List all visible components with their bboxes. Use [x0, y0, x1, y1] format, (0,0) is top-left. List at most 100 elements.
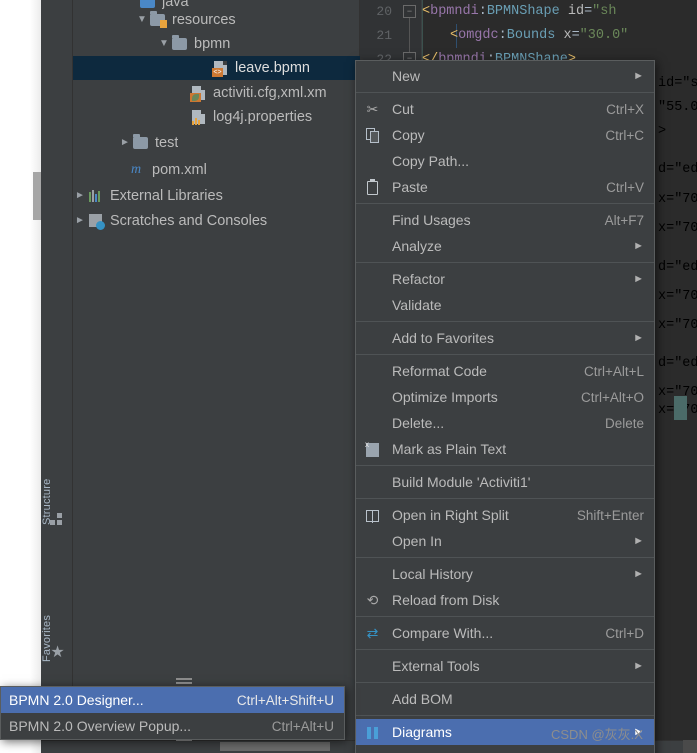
menu-item-local-history[interactable]: Local History ►: [356, 561, 654, 587]
menu-item-label: Local History: [392, 566, 473, 582]
menu-item-label: Build Module 'Activiti1': [392, 474, 531, 490]
diagrams-submenu[interactable]: BPMN 2.0 Designer... Ctrl+Alt+Shift+U BP…: [0, 686, 345, 740]
submenu-item-bpmn-overview-popup[interactable]: BPMN 2.0 Overview Popup... Ctrl+Alt+U: [1, 713, 344, 739]
menu-separator: [356, 649, 654, 650]
menu-item-label: Open in Right Split: [392, 507, 509, 523]
diagrams-icon: [364, 724, 381, 741]
tree-node-label: leave.bpmn: [235, 60, 310, 76]
file-context-menu[interactable]: New ► ✂ Cut Ctrl+X Copy Ctrl+C Copy Path…: [355, 60, 655, 753]
menu-item-label: Add BOM: [392, 691, 453, 707]
tree-node-label: External Libraries: [110, 188, 223, 204]
left-tool-strip: Structure Favorites ★: [41, 0, 73, 753]
libraries-icon: [87, 188, 105, 204]
tree-node-resources[interactable]: ▼ resources: [73, 8, 360, 32]
menu-item-label: Paste: [392, 179, 428, 195]
menu-item-open-in[interactable]: Open In ►: [356, 528, 654, 554]
fold-collapse-icon-start[interactable]: −: [403, 5, 416, 18]
menu-item-label: Delete...: [392, 415, 445, 431]
menu-separator: [356, 262, 654, 263]
code-line: <omgdc:Bounds x="30.0": [450, 28, 629, 43]
menu-item-label: Cut: [392, 101, 414, 117]
tree-node-label: log4j.properties: [213, 109, 313, 125]
tree-node-bpmn[interactable]: ▼ bpmn: [73, 32, 360, 56]
menu-item-analyze[interactable]: Analyze ►: [356, 233, 654, 259]
menu-item-shortcut: Shift+Enter: [576, 507, 644, 523]
submenu-item-bpmn-designer[interactable]: BPMN 2.0 Designer... Ctrl+Alt+Shift+U: [1, 687, 344, 713]
menu-item-add-bom[interactable]: Add BOM: [356, 686, 654, 712]
menu-item-mark-as-plain-text[interactable]: Mark as Plain Text: [356, 436, 654, 462]
scrollbar-corner: [683, 740, 697, 753]
menu-item-optimize-imports[interactable]: Optimize Imports Ctrl+Alt+O: [356, 384, 654, 410]
chevron-icon: ►: [198, 56, 212, 80]
menu-separator: [356, 465, 654, 466]
menu-item-shortcut: Delete: [604, 415, 644, 431]
tree-node-log4j-properties[interactable]: ► log4j.properties: [73, 105, 360, 129]
chevron-down-icon[interactable]: ▼: [135, 8, 149, 32]
menu-item-open-in-right-split[interactable]: Open in Right Split Shift+Enter: [356, 502, 654, 528]
code-fragment: x="70.: [658, 221, 697, 236]
menu-item-label: Reformat Code: [392, 363, 487, 379]
menu-separator: [356, 715, 654, 716]
menu-separator: [356, 557, 654, 558]
menu-item-cut[interactable]: ✂ Cut Ctrl+X: [356, 96, 654, 122]
menu-item-delete[interactable]: Delete... Delete: [356, 410, 654, 436]
folder-icon: [132, 134, 150, 151]
code-line: <bpmndi:BPMNShape id="sh: [422, 4, 617, 19]
structure-icon: [50, 512, 65, 527]
chevron-down-icon[interactable]: ▼: [157, 32, 171, 56]
menu-item-find-usages[interactable]: Find Usages Alt+F7: [356, 207, 654, 233]
line-number: 21: [376, 28, 392, 43]
menu-item-shortcut: Ctrl+D: [605, 625, 644, 641]
menu-item-refactor[interactable]: Refactor ►: [356, 266, 654, 292]
chevron-right-icon: ►: [633, 70, 644, 82]
menu-item-reformat-code[interactable]: Reformat Code Ctrl+Alt+L: [356, 358, 654, 384]
menu-item-external-tools[interactable]: External Tools ►: [356, 653, 654, 679]
menu-item-shortcut: Ctrl+V: [606, 179, 644, 195]
submenu-item-shortcut: Ctrl+Alt+U: [271, 718, 334, 734]
menu-separator: [356, 498, 654, 499]
chevron-right-icon: ►: [633, 568, 644, 580]
menu-item-validate[interactable]: Validate: [356, 292, 654, 318]
menu-item-new[interactable]: New ►: [356, 63, 654, 89]
menu-item-compare-with[interactable]: ⇄ Compare With... Ctrl+D: [356, 620, 654, 646]
menu-item-label: Copy Path...: [392, 153, 470, 169]
menu-separator: [356, 92, 654, 93]
menu-item-copy-path[interactable]: Copy Path...: [356, 148, 654, 174]
menu-separator: [356, 203, 654, 204]
reload-icon: ⟲: [366, 592, 379, 608]
code-fragment: d="edg: [658, 260, 697, 275]
chevron-right-icon[interactable]: ►: [73, 209, 87, 233]
menu-item-create-gist[interactable]: G Create Gist...: [356, 745, 654, 753]
menu-item-label: Find Usages: [392, 212, 471, 228]
menu-item-paste[interactable]: Paste Ctrl+V: [356, 174, 654, 200]
menu-item-label: External Tools: [392, 658, 480, 674]
tree-node-pom-xml[interactable]: ► m pom.xml: [73, 158, 360, 182]
chevron-right-icon: ►: [633, 240, 644, 252]
code-fragment: x="70.: [658, 318, 697, 333]
code-fragment: x="70.: [658, 192, 697, 207]
menu-item-label: Analyze: [392, 238, 442, 254]
tree-node-label: pom.xml: [152, 162, 207, 178]
menu-item-label: Optimize Imports: [392, 389, 498, 405]
code-fragment: d="edg: [658, 356, 697, 371]
menu-item-copy[interactable]: Copy Ctrl+C: [356, 122, 654, 148]
properties-file-icon: [190, 109, 208, 125]
horizontal-scrollbar-thumb[interactable]: [220, 742, 330, 751]
chevron-right-icon[interactable]: ►: [118, 131, 132, 155]
menu-item-build-module[interactable]: Build Module 'Activiti1': [356, 469, 654, 495]
chevron-icon: ►: [176, 81, 190, 105]
code-fragment: >: [658, 124, 667, 139]
menu-item-add-to-favorites[interactable]: Add to Favorites ►: [356, 325, 654, 351]
tree-node-activiti-cfg[interactable]: ► activiti.cfg,xml.xm: [73, 81, 360, 105]
tree-node-leave-bpmn[interactable]: ► <> leave.bpmn: [73, 56, 360, 80]
line-number: 20: [376, 4, 392, 19]
menu-separator: [356, 616, 654, 617]
tree-node-scratches-and-consoles[interactable]: ► Scratches and Consoles: [73, 209, 360, 233]
chevron-right-icon[interactable]: ►: [73, 184, 87, 208]
menu-separator: [356, 321, 654, 322]
tree-node-test[interactable]: ► test: [73, 131, 360, 155]
tree-node-external-libraries[interactable]: ► External Libraries: [73, 184, 360, 208]
menu-item-reload-from-disk[interactable]: ⟲ Reload from Disk: [356, 587, 654, 613]
star-icon: ★: [50, 644, 65, 661]
cut-icon: ✂: [366, 101, 379, 117]
